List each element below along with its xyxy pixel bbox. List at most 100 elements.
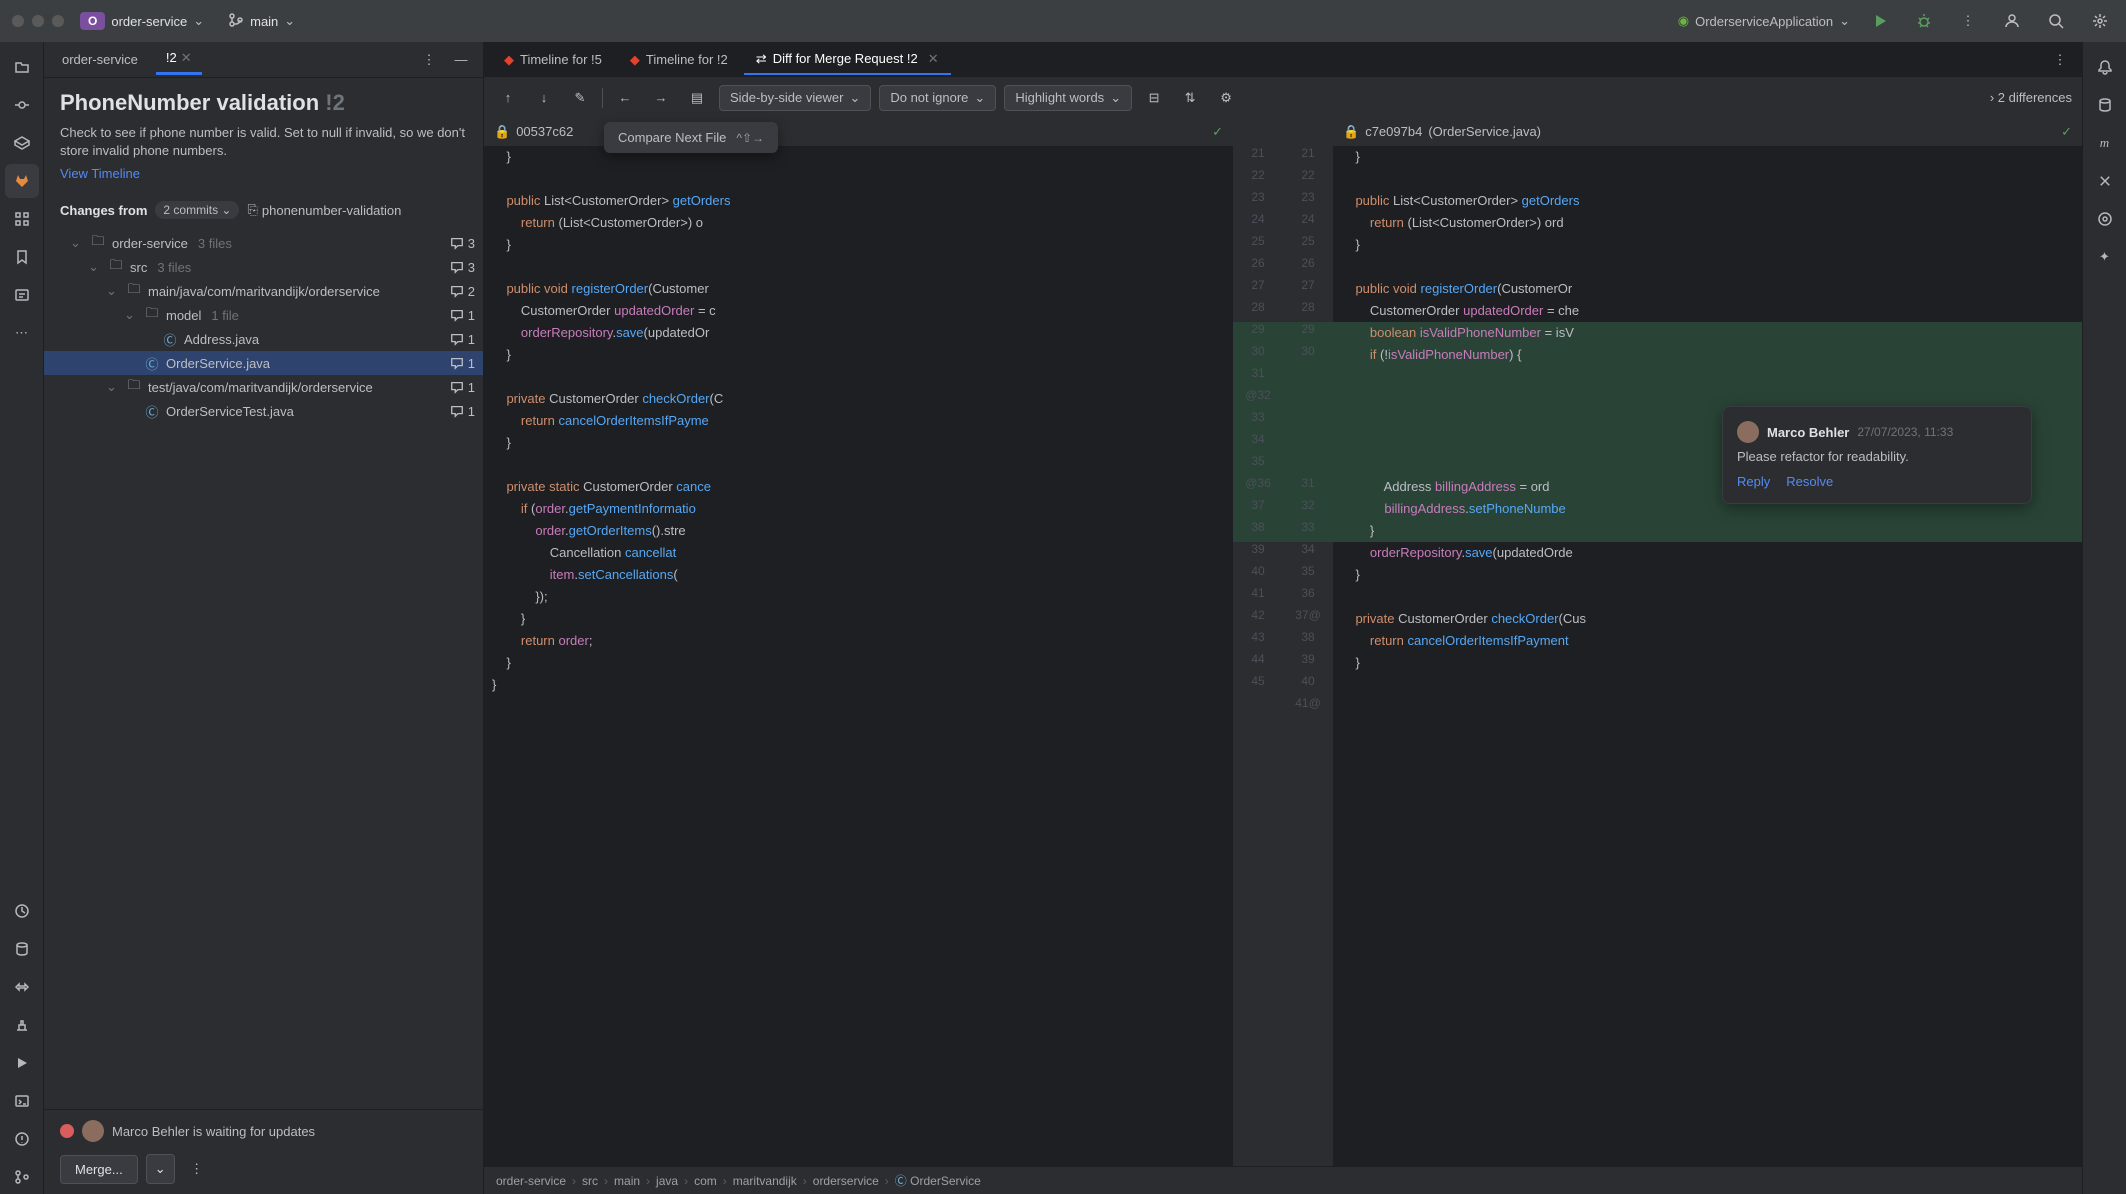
merge-button[interactable]: Merge... bbox=[60, 1155, 138, 1184]
breadcrumb-segment[interactable]: main bbox=[614, 1174, 640, 1188]
project-selector[interactable]: O order-service ⌄ bbox=[72, 8, 212, 34]
code-line: public List<CustomerOrder> getOrders bbox=[484, 190, 1233, 212]
chevron-down-icon[interactable]: ⌄ bbox=[106, 379, 120, 395]
diff-settings-button[interactable]: ⚙ bbox=[1212, 84, 1240, 112]
maximize-window[interactable] bbox=[52, 15, 64, 27]
database-right-button[interactable] bbox=[2088, 88, 2122, 122]
editor-tab-diff[interactable]: ⇄Diff for Merge Request !2✕ bbox=[744, 45, 951, 75]
code-line: orderRepository.save(updatedOr bbox=[484, 322, 1233, 344]
tree-row[interactable]: ⌄🗀src3 files3 bbox=[44, 255, 483, 279]
search-button[interactable] bbox=[2042, 7, 2070, 35]
folder-icon: 🗀 bbox=[126, 283, 142, 299]
commits-dropdown[interactable]: 2 commits ⌄ bbox=[155, 201, 239, 219]
whitespace-select[interactable]: Do not ignore ⌄ bbox=[879, 85, 996, 111]
tree-row[interactable]: ⒸOrderServiceTest.java1 bbox=[44, 399, 483, 423]
gitlab-tool-button[interactable] bbox=[5, 164, 39, 198]
structure-tool-button[interactable] bbox=[5, 202, 39, 236]
next-file-button[interactable]: → bbox=[647, 84, 675, 112]
panel-tab-mr[interactable]: !2✕ bbox=[156, 44, 202, 75]
branch-chip[interactable]: ⎘ phonenumber-validation bbox=[247, 202, 401, 218]
more-tool-button[interactable]: ⋯ bbox=[5, 316, 39, 350]
maven-tool-button[interactable]: m bbox=[2088, 126, 2122, 160]
breadcrumb-segment[interactable]: order-service bbox=[496, 1174, 566, 1188]
terminal-tool-button[interactable] bbox=[5, 1084, 39, 1118]
collapse-button[interactable]: ⊟ bbox=[1140, 84, 1168, 112]
close-window[interactable] bbox=[12, 15, 24, 27]
close-icon[interactable]: ✕ bbox=[928, 51, 939, 67]
highlight-select[interactable]: Highlight words ⌄ bbox=[1004, 85, 1132, 111]
bookmarks-tool-button[interactable] bbox=[5, 240, 39, 274]
prev-diff-button[interactable]: ↑ bbox=[494, 84, 522, 112]
panel-options-button[interactable]: ⋮ bbox=[415, 46, 443, 74]
diff-left-pane[interactable]: } public List<CustomerOrder> getOrders r… bbox=[484, 146, 1233, 1166]
merge-dropdown-button[interactable]: ⌄ bbox=[146, 1154, 175, 1184]
debug-button[interactable] bbox=[1910, 7, 1938, 35]
spring-icon: ◉ bbox=[1678, 13, 1689, 29]
problems-tool-button[interactable] bbox=[5, 1122, 39, 1156]
code-line bbox=[484, 366, 1233, 388]
chevron-down-icon[interactable]: ⌄ bbox=[124, 307, 138, 323]
file-list-button[interactable]: ▤ bbox=[683, 84, 711, 112]
commit-tool-button[interactable] bbox=[5, 88, 39, 122]
project-tool-button[interactable] bbox=[5, 50, 39, 84]
vcs-tool-button[interactable] bbox=[5, 1160, 39, 1194]
chevron-down-icon[interactable]: ⌄ bbox=[88, 259, 102, 275]
prev-file-button[interactable]: ← bbox=[611, 84, 639, 112]
diff-right-pane[interactable]: } public List<CustomerOrder> getOrders r… bbox=[1333, 146, 2082, 1166]
code-line bbox=[1333, 674, 2082, 696]
profiler-tool-button[interactable] bbox=[5, 894, 39, 928]
breadcrumb-segment[interactable]: com bbox=[694, 1174, 717, 1188]
tree-row[interactable]: ⌄🗀main/java/com/maritvandijk/orderservic… bbox=[44, 279, 483, 303]
build-tool-button[interactable] bbox=[5, 1008, 39, 1042]
learn-tool-button[interactable] bbox=[5, 126, 39, 160]
sync-scroll-button[interactable]: ⇅ bbox=[1176, 84, 1204, 112]
breadcrumb-segment[interactable]: java bbox=[656, 1174, 678, 1188]
breadcrumb-segment[interactable]: Ⓒ OrderService bbox=[895, 1172, 981, 1189]
tree-row[interactable]: ⒸOrderService.java1 bbox=[44, 351, 483, 375]
editor-tabs-more-button[interactable]: ⋮ bbox=[2046, 46, 2074, 74]
gutter-row: @3631 bbox=[1233, 476, 1333, 498]
panel-minimize-button[interactable]: — bbox=[447, 46, 475, 74]
pull-requests-tool-button[interactable] bbox=[5, 278, 39, 312]
viewer-mode-select[interactable]: Side-by-side viewer ⌄ bbox=[719, 85, 871, 111]
services-tool-button[interactable] bbox=[5, 970, 39, 1004]
tree-row[interactable]: ⌄🗀model1 file1 bbox=[44, 303, 483, 327]
tree-row[interactable]: ⌄🗀test/java/com/maritvandijk/orderservic… bbox=[44, 375, 483, 399]
breadcrumb-segment[interactable]: src bbox=[582, 1174, 598, 1188]
breadcrumb-segment[interactable]: orderservice bbox=[813, 1174, 879, 1188]
resolve-link[interactable]: Resolve bbox=[1786, 474, 1833, 489]
comment-count: 1 bbox=[450, 308, 475, 323]
code-line: } bbox=[484, 608, 1233, 630]
run-config-selector[interactable]: ◉ OrderserviceApplication ⌄ bbox=[1678, 13, 1850, 29]
review-status: Marco Behler is waiting for updates bbox=[60, 1120, 467, 1142]
database-tool-button[interactable] bbox=[5, 932, 39, 966]
run-button[interactable] bbox=[1866, 7, 1894, 35]
tree-row[interactable]: ⒸAddress.java1 bbox=[44, 327, 483, 351]
run-tool-button[interactable] bbox=[5, 1046, 39, 1080]
panel-tab-project[interactable]: order-service bbox=[52, 46, 148, 73]
breadcrumb-segment[interactable]: maritvandijk bbox=[733, 1174, 797, 1188]
view-timeline-link[interactable]: View Timeline bbox=[60, 166, 140, 181]
next-diff-button[interactable]: ↓ bbox=[530, 84, 558, 112]
editor-tab-timeline-2[interactable]: ◆Timeline for !2 bbox=[618, 46, 740, 74]
edit-button[interactable]: ✎ bbox=[566, 84, 594, 112]
more-actions-button[interactable]: ⋮ bbox=[1954, 7, 1982, 35]
settings-button[interactable] bbox=[2086, 7, 2114, 35]
close-icon[interactable]: ✕ bbox=[181, 50, 192, 65]
tree-label: test/java/com/maritvandijk/orderservice bbox=[148, 380, 373, 395]
reply-link[interactable]: Reply bbox=[1737, 474, 1770, 489]
branch-selector[interactable]: main ⌄ bbox=[220, 8, 303, 35]
notifications-tool-button[interactable] bbox=[2088, 50, 2122, 84]
endpoints-tool-button[interactable] bbox=[2088, 202, 2122, 236]
chevron-down-icon[interactable]: ⌄ bbox=[106, 283, 120, 299]
minimize-window[interactable] bbox=[32, 15, 44, 27]
tree-meta: 3 files bbox=[157, 260, 191, 275]
tree-row[interactable]: ⌄🗀order-service3 files3 bbox=[44, 231, 483, 255]
chevron-down-icon[interactable]: ⌄ bbox=[70, 235, 84, 251]
coverage-tool-button[interactable] bbox=[2088, 164, 2122, 198]
code-line: } bbox=[484, 146, 1233, 168]
ai-tool-button[interactable]: ✦ bbox=[2088, 240, 2122, 274]
footer-more-button[interactable]: ⋮ bbox=[183, 1155, 211, 1183]
code-with-me-button[interactable] bbox=[1998, 7, 2026, 35]
editor-tab-timeline-5[interactable]: ◆Timeline for !5 bbox=[492, 46, 614, 74]
